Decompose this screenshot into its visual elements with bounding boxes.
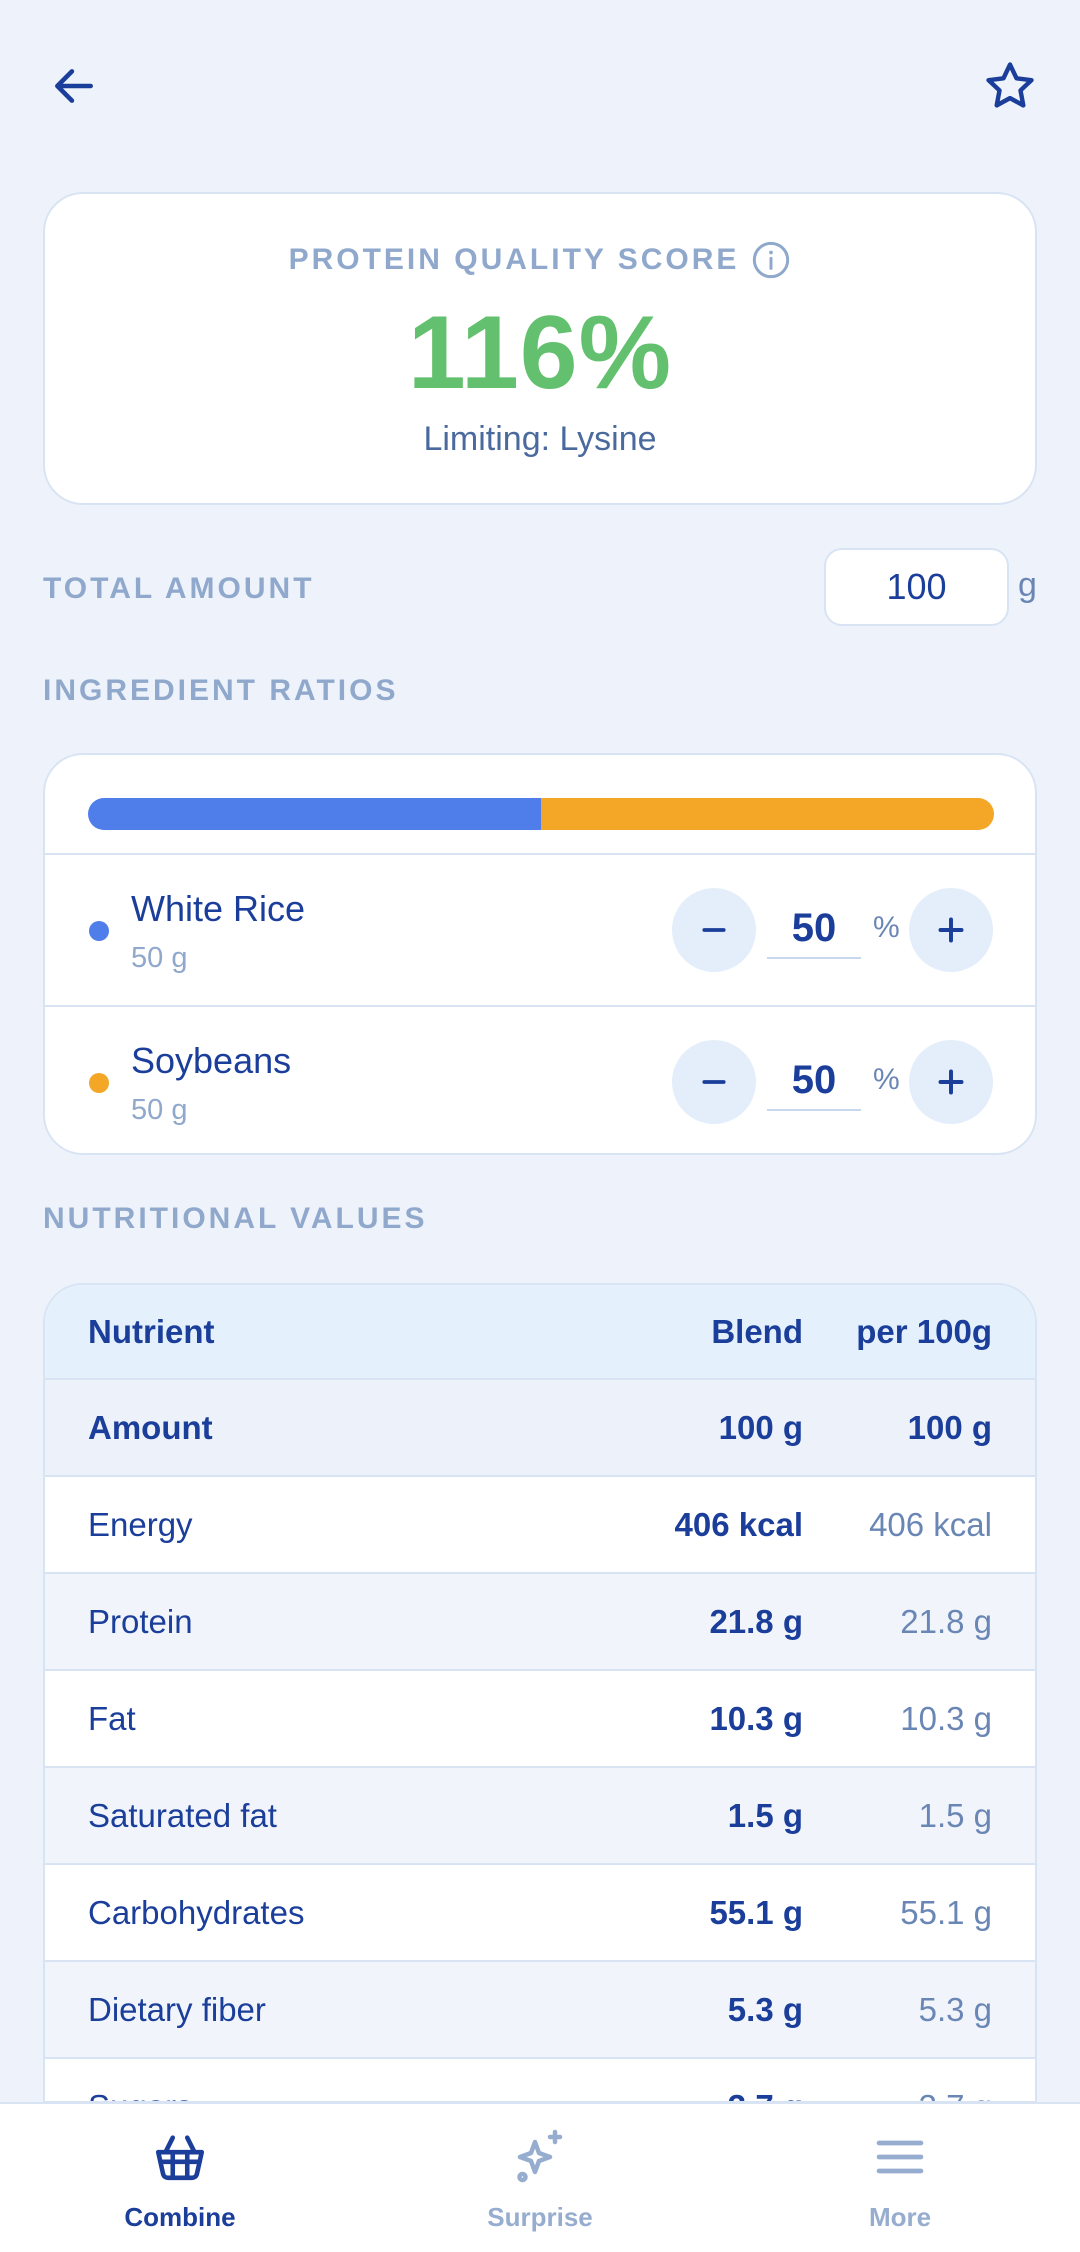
- nutritional-values-label: NUTRITIONAL VALUES: [43, 1202, 428, 1235]
- cell-per-100g: 5.3 g: [918, 1990, 992, 2028]
- cell-blend: 5.3 g: [727, 1990, 803, 2028]
- cell-per-100g: 100 g: [907, 1408, 992, 1446]
- ingredient-name: White Rice: [131, 888, 306, 929]
- cell-per-100g: 10.3 g: [900, 1699, 992, 1737]
- cell-blend: 100 g: [718, 1408, 803, 1446]
- basket-icon: [145, 2122, 215, 2192]
- ingredient-row: Soybeans 50 g %: [45, 1005, 1035, 1153]
- cell-nutrient: Energy: [88, 1505, 193, 1543]
- nav-item-more[interactable]: More: [720, 2104, 1080, 2252]
- cell-nutrient: Fat: [88, 1699, 136, 1737]
- ingredient-row: White Rice 50 g %: [45, 853, 1035, 1004]
- table-row: Dietary fiber 5.3 g 5.3 g: [45, 1962, 1035, 2059]
- increase-button[interactable]: [909, 1040, 993, 1124]
- score-title-row: PROTEIN QUALITY SCORE: [45, 240, 1035, 280]
- color-dot-icon: [89, 1073, 109, 1093]
- ingredient-grams: 50 g: [131, 942, 188, 974]
- cell-blend: 55.1 g: [709, 1893, 803, 1931]
- table-row: Fat 10.3 g 10.3 g: [45, 1671, 1035, 1768]
- arrow-left-icon: [55, 69, 93, 103]
- cell-nutrient: Protein: [88, 1602, 193, 1640]
- limiting-amino-acid: Limiting: Lysine: [423, 420, 657, 458]
- score-title: PROTEIN QUALITY SCORE: [288, 243, 740, 276]
- cell-nutrient: Dietary fiber: [88, 1990, 266, 2028]
- nav-label-more: More: [868, 2202, 932, 2232]
- cell-nutrient: Sugars: [88, 2059, 193, 2102]
- cell-per-100g: 3.7 g: [919, 2059, 992, 2102]
- ingredient-ratios-label: INGREDIENT RATIOS: [43, 674, 399, 707]
- cell-blend: 406 kcal: [674, 1505, 803, 1543]
- menu-icon: [865, 2122, 935, 2192]
- table-row: Sugars 3.7 g 3.7 g: [45, 2059, 1035, 2102]
- ingredient-ratios-card: White Rice 50 g % Soybeans 50 g %: [43, 753, 1037, 1155]
- cell-per-100g: 55.1 g: [900, 1893, 992, 1931]
- percent-input[interactable]: [767, 1051, 861, 1111]
- percent-input[interactable]: [767, 899, 861, 959]
- table-row: Energy 406 kcal 406 kcal: [45, 1477, 1035, 1574]
- table-row: Carbohydrates 55.1 g 55.1 g: [45, 1865, 1035, 1962]
- star-icon: [986, 62, 1034, 108]
- protein-quality-card: PROTEIN QUALITY SCORE 116% Limiting: Lys…: [43, 192, 1037, 505]
- nav-item-surprise[interactable]: Surprise: [360, 2104, 720, 2252]
- plus-icon: [938, 917, 964, 943]
- cell-nutrient: Carbohydrates: [88, 1893, 305, 1931]
- cell-nutrient: Saturated fat: [88, 1796, 277, 1834]
- cell-per-100g: 1.5 g: [918, 1796, 992, 1834]
- table-row: Amount 100 g 100 g: [45, 1380, 1035, 1477]
- total-amount-label: TOTAL AMOUNT: [43, 572, 315, 605]
- cell-blend: 10.3 g: [709, 1699, 803, 1737]
- cell-blend: 21.8 g: [709, 1602, 803, 1640]
- header-per-100g: per 100g: [856, 1312, 992, 1350]
- decrease-button[interactable]: [672, 1040, 756, 1124]
- percent-sign: %: [873, 1063, 900, 1096]
- score-value: 116%: [407, 295, 673, 411]
- cell-blend: 1.5 g: [727, 1796, 803, 1834]
- nutrition-table: Nutrient Blend per 100g Amount 100 g 100…: [43, 1283, 1037, 2103]
- bottom-navigation: Combine Surprise More: [0, 2102, 1080, 2252]
- percent-sign: %: [873, 911, 900, 944]
- increase-button[interactable]: [909, 888, 993, 972]
- ratio-bar: [88, 798, 994, 830]
- decrease-button[interactable]: [672, 888, 756, 972]
- top-bar: [0, 0, 1080, 170]
- plus-icon: [938, 1069, 964, 1095]
- table-row: Protein 21.8 g 21.8 g: [45, 1574, 1035, 1671]
- header-blend: Blend: [711, 1312, 803, 1350]
- cell-nutrient: Amount: [88, 1408, 213, 1446]
- back-button[interactable]: [34, 46, 114, 126]
- table-header: Nutrient Blend per 100g: [45, 1285, 1035, 1380]
- sparkle-icon: [505, 2122, 575, 2192]
- ratio-segment-white-rice: [88, 798, 541, 830]
- total-amount-unit: g: [1018, 566, 1037, 604]
- cell-per-100g: 406 kcal: [869, 1505, 992, 1543]
- ratio-segment-soybeans: [541, 798, 994, 830]
- ingredient-name: Soybeans: [131, 1040, 292, 1081]
- nav-item-combine[interactable]: Combine: [0, 2104, 360, 2252]
- nav-label-combine: Combine: [124, 2202, 236, 2232]
- header-nutrient: Nutrient: [88, 1312, 215, 1350]
- info-icon[interactable]: [751, 240, 791, 280]
- cell-blend: 3.7 g: [728, 2059, 803, 2102]
- minus-icon: [702, 1080, 726, 1084]
- cell-per-100g: 21.8 g: [900, 1602, 992, 1640]
- minus-icon: [702, 928, 726, 932]
- favorite-button[interactable]: [970, 46, 1050, 126]
- table-row: Saturated fat 1.5 g 1.5 g: [45, 1768, 1035, 1865]
- ingredient-grams: 50 g: [131, 1094, 188, 1126]
- total-amount-input[interactable]: [824, 548, 1009, 626]
- nav-label-surprise: Surprise: [487, 2202, 593, 2232]
- color-dot-icon: [89, 921, 109, 941]
